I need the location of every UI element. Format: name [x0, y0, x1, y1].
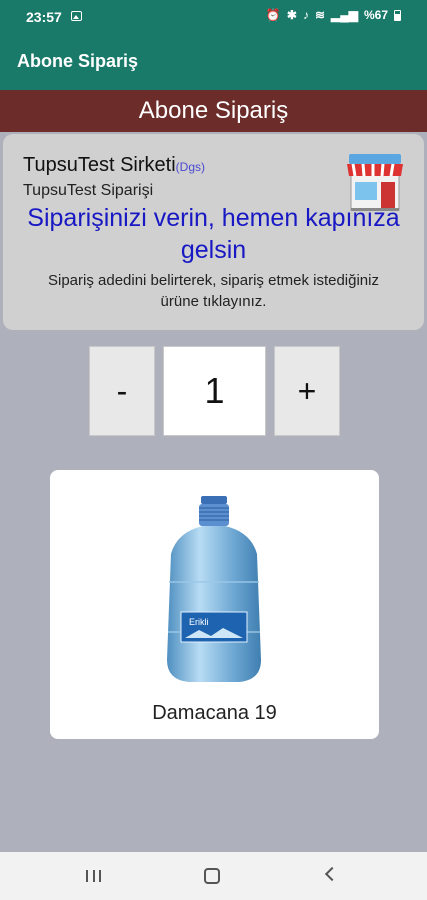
- navigation-bar: [0, 852, 427, 900]
- recent-apps-icon[interactable]: [86, 870, 101, 882]
- quantity-field[interactable]: 1: [163, 346, 266, 436]
- info-card: TupsuTest Sirketi(Dgs) TupsuTest Sipariş…: [3, 134, 424, 330]
- water-bottle-image: Erikli: [167, 496, 261, 682]
- back-icon[interactable]: [324, 866, 340, 882]
- increase-quantity-button[interactable]: +: [274, 346, 340, 436]
- wifi-icon: ≋: [314, 8, 325, 22]
- status-time: 23:57: [26, 9, 62, 25]
- status-bar: 23:57 ⏰ ✱ ♪ ≋ ▂▄▆ %67: [0, 0, 427, 33]
- product-name: Damacana 19: [152, 702, 277, 724]
- battery-icon: [394, 9, 401, 21]
- signal-icon: ▂▄▆: [331, 8, 358, 22]
- bottle-brand-label: Erikli: [189, 617, 209, 627]
- mute-icon: ♪: [302, 8, 309, 22]
- product-card[interactable]: Erikli Damacana 19: [50, 470, 379, 739]
- company-name: TupsuTest Sirketi(Dgs): [23, 154, 205, 177]
- bluetooth-icon: ✱: [286, 8, 297, 22]
- battery-text: %67: [363, 8, 388, 22]
- decrease-quantity-button[interactable]: -: [89, 346, 155, 436]
- instruction-text: Sipariş adedini belirterek, sipariş etme…: [48, 272, 379, 310]
- image-icon: [71, 11, 82, 21]
- app-bar: Abone Sipariş: [0, 33, 427, 90]
- alarm-icon: ⏰: [265, 8, 281, 22]
- header-band: Abone Sipariş: [0, 90, 427, 132]
- slogan-text: Siparişinizi verin, hemen kapınıza gelsi…: [27, 204, 400, 264]
- home-icon[interactable]: [204, 868, 220, 884]
- order-subtitle: TupsuTest Siparişi: [23, 182, 154, 199]
- company-tag: (Dgs): [175, 160, 205, 174]
- app-title: Abone Sipariş: [17, 51, 139, 71]
- status-icons: ⏰ ✱ ♪ ≋ ▂▄▆ %67: [266, 8, 401, 22]
- company-label: TupsuTest Sirketi: [23, 154, 176, 176]
